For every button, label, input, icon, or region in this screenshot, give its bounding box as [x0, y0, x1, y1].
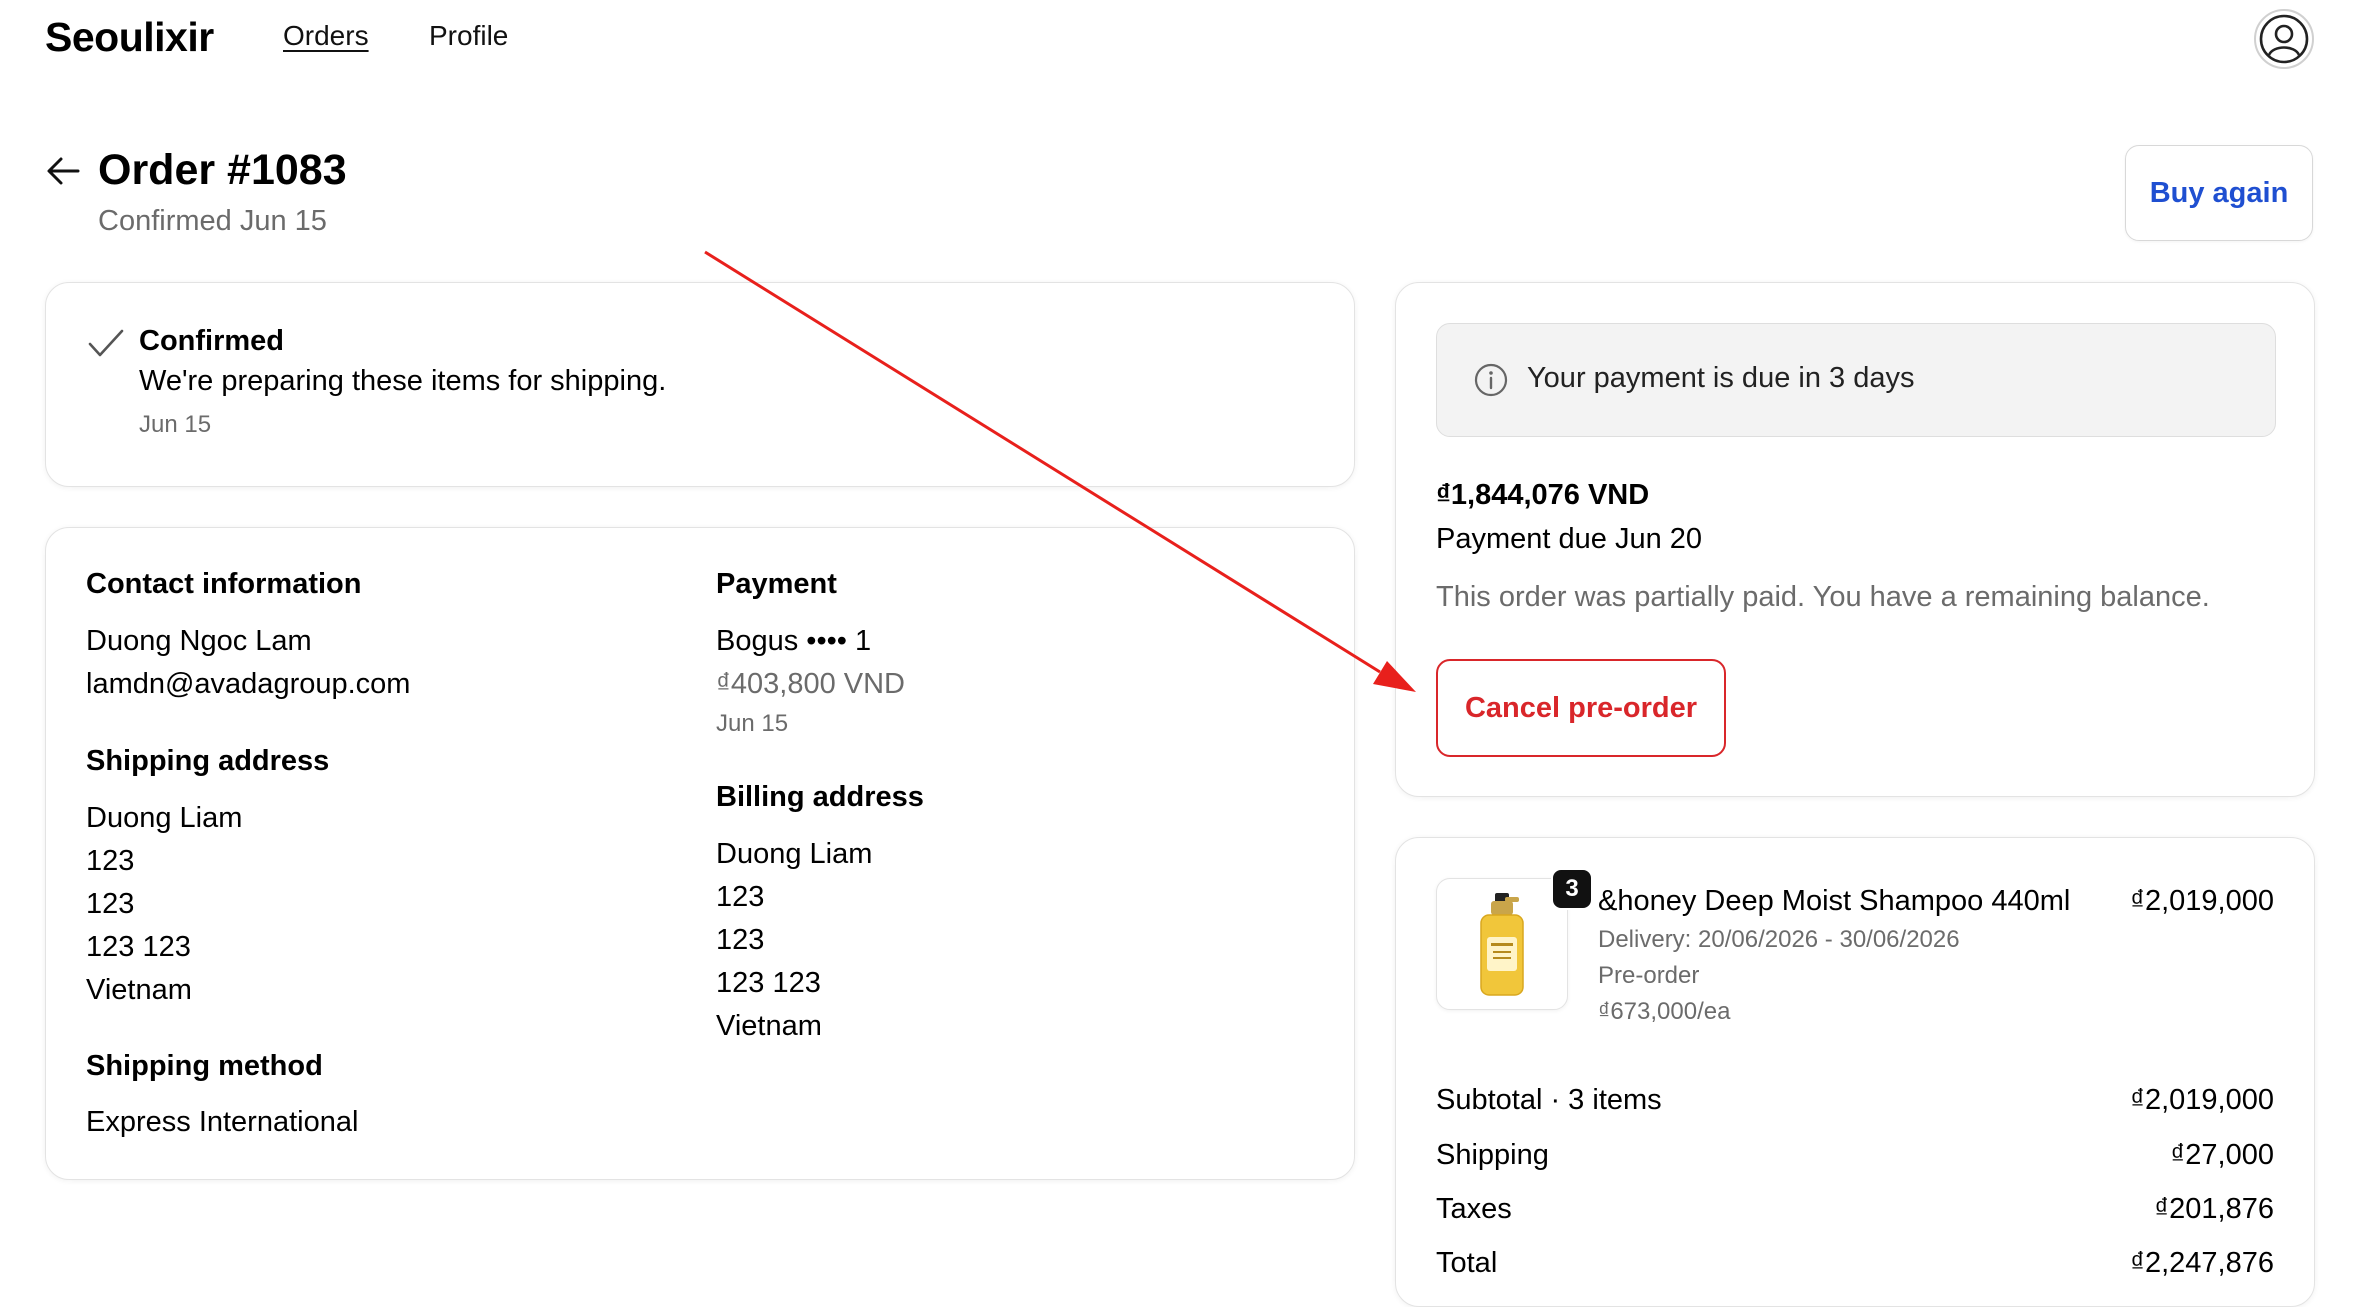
shipping-value: ₫27,000 [2170, 1139, 2274, 1171]
checkmark-icon [88, 329, 124, 359]
payment-due-card: Your payment is due in 3 days ₫1,844,076… [1395, 282, 2315, 797]
shipping-method-heading: Shipping method [86, 1050, 323, 1082]
order-details-card: Contact information Duong Ngoc Lam lamdn… [45, 527, 1355, 1180]
arrow-left-icon[interactable] [45, 153, 81, 189]
quantity-badge: 3 [1551, 868, 1593, 910]
nav-profile[interactable]: Profile [429, 20, 508, 52]
status-message: We're preparing these items for shipping… [139, 365, 667, 397]
shipping-label: Shipping [1436, 1139, 1549, 1171]
brand-logo[interactable]: Seoulixir [45, 14, 214, 61]
partial-payment-note: This order was partially paid. You have … [1436, 581, 2210, 613]
payment-date: Jun 15 [716, 710, 789, 737]
billing-address-heading: Billing address [716, 781, 924, 813]
shipping-address-line: 123 [86, 888, 135, 920]
shipping-address-line: 123 [86, 845, 135, 877]
contact-email: lamdn@avadagroup.com [86, 668, 411, 700]
order-summary-card: 3 &honey Deep Moist Shampoo 440ml ₫2,019… [1395, 837, 2315, 1307]
shipping-address-heading: Shipping address [86, 745, 330, 777]
payment-heading: Payment [716, 568, 837, 600]
subtotal-label: Subtotal · 3 items [1436, 1084, 1662, 1116]
amount-due: ₫1,844,076 VND [1436, 479, 1650, 511]
product-price: ₫2,019,000 [2130, 885, 2274, 917]
user-circle-icon[interactable] [2253, 8, 2315, 70]
product-unit-price: ₫673,000/ea [1598, 998, 1731, 1025]
subtotal-value: ₫2,019,000 [2130, 1084, 2274, 1116]
order-subtitle: Confirmed Jun 15 [98, 205, 327, 237]
billing-address-line: Vietnam [716, 1010, 822, 1042]
product-tag: Pre-order [1598, 962, 1700, 989]
payment-amount: ₫403,800 VND [716, 668, 905, 700]
contact-name: Duong Ngoc Lam [86, 625, 312, 657]
billing-address-line: 123 [716, 881, 765, 913]
taxes-label: Taxes [1436, 1193, 1512, 1225]
nav-orders[interactable]: Orders [283, 20, 369, 52]
shampoo-bottle-image [1480, 893, 1524, 996]
product-delivery: Delivery: 20/06/2026 - 30/06/2026 [1598, 926, 1960, 953]
status-date: Jun 15 [139, 411, 212, 438]
taxes-value: ₫201,876 [2154, 1193, 2274, 1225]
cancel-preorder-button[interactable]: Cancel pre-order [1436, 659, 1726, 757]
payment-notice-banner: Your payment is due in 3 days [1436, 323, 2276, 437]
payment-method: Bogus •••• 1 [716, 625, 872, 657]
billing-address-line: Duong Liam [716, 838, 873, 870]
billing-address-line: 123 123 [716, 967, 821, 999]
buy-again-button[interactable]: Buy again [2125, 145, 2313, 241]
shipping-method-value: Express International [86, 1106, 359, 1138]
shipping-address-line: Duong Liam [86, 802, 243, 834]
shipping-address-line: 123 123 [86, 931, 191, 963]
payment-due-date: Payment due Jun 20 [1436, 523, 1703, 555]
total-label: Total [1436, 1247, 1498, 1279]
contact-heading: Contact information [86, 568, 362, 600]
payment-notice-text: Your payment is due in 3 days [1527, 362, 1915, 394]
page-title: Order #1083 [98, 146, 347, 194]
status-title: Confirmed [139, 325, 284, 357]
info-icon [1473, 362, 1509, 398]
product-name[interactable]: &honey Deep Moist Shampoo 440ml [1598, 885, 2070, 918]
total-value: ₫2,247,876 [2130, 1247, 2274, 1279]
shipping-address-line: Vietnam [86, 974, 192, 1006]
status-card: Confirmed We're preparing these items fo… [45, 282, 1355, 487]
billing-address-line: 123 [716, 924, 765, 956]
product-thumbnail[interactable] [1436, 878, 1568, 1010]
